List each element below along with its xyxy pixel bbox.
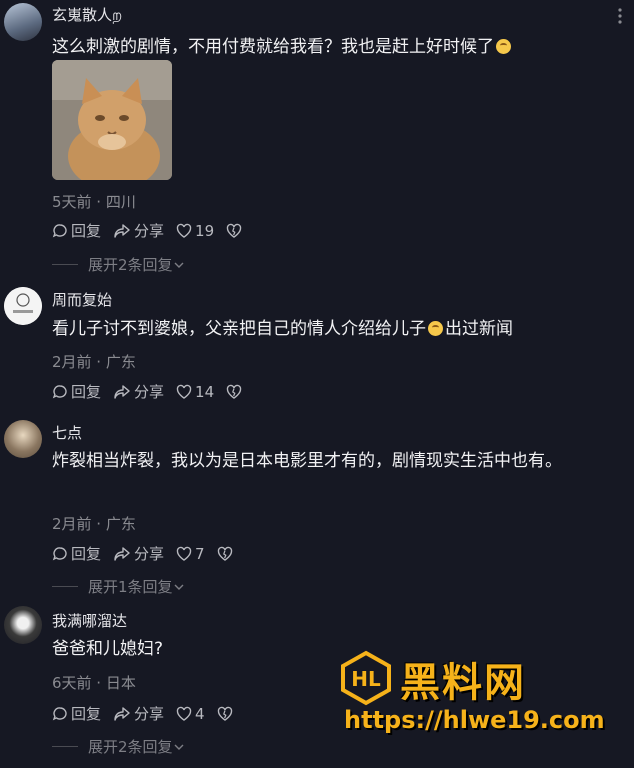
- watermark-name: 黑料网: [400, 660, 526, 706]
- share-button[interactable]: 分享: [113, 220, 164, 241]
- comment-text-body: 这么刺激的剧情，不用付费就给我看？我也是赶上好时候了: [52, 37, 494, 57]
- like-button[interactable]: 4: [176, 705, 205, 723]
- emoji-icon: [496, 39, 511, 54]
- comment-text-body: 看儿子讨不到婆娘，父亲把自己的情人介绍给儿子: [52, 319, 426, 339]
- share-button[interactable]: 分享: [113, 381, 164, 402]
- reply-button[interactable]: 回复: [52, 703, 101, 724]
- watermark: HL 黑料网 https://hlwe19.com: [338, 650, 634, 746]
- reply-button[interactable]: 回复: [52, 220, 101, 241]
- comment-username[interactable]: 我满哪溜达: [52, 610, 127, 631]
- divider: [52, 746, 78, 747]
- comment-time-location: 6天前 · 日本: [52, 674, 136, 692]
- heart-icon: [176, 223, 192, 238]
- comment-item: 周而复始 看儿子讨不到婆娘，父亲把自己的情人介绍给儿子 出过新闻 2月前 · 广东…: [0, 282, 634, 408]
- comment-time-location: 2月前 · 广东: [52, 353, 136, 371]
- broken-heart-icon: [217, 546, 232, 561]
- like-button[interactable]: 14: [176, 383, 214, 401]
- like-count: 4: [195, 704, 205, 723]
- reply-button[interactable]: 回复: [52, 543, 101, 564]
- dislike-button[interactable]: [226, 223, 245, 239]
- like-count: 14: [195, 382, 215, 401]
- avatar[interactable]: [4, 420, 42, 458]
- emoji-icon: [428, 321, 443, 336]
- share-arrow-icon: [114, 546, 130, 561]
- like-button[interactable]: 19: [176, 222, 214, 240]
- more-dots-icon[interactable]: [618, 8, 622, 28]
- like-button[interactable]: 7: [176, 545, 205, 563]
- cartoon-avatar-icon: [4, 287, 42, 325]
- chevron-down-icon: [174, 262, 184, 268]
- comment-bubble-icon: [52, 384, 67, 398]
- comment-username[interactable]: 玄嵬散人ற: [52, 4, 122, 26]
- share-arrow-icon: [114, 384, 130, 399]
- comment-text: 看儿子讨不到婆娘，父亲把自己的情人介绍给儿子 出过新闻: [52, 316, 622, 343]
- divider: [52, 264, 78, 265]
- comment-bubble-icon: [52, 223, 67, 237]
- watermark-url: https://hlwe19.com: [344, 706, 605, 734]
- comment-username[interactable]: 周而复始: [52, 289, 112, 310]
- expand-replies-button[interactable]: 展开1条回复: [52, 576, 185, 597]
- cat-photo-icon: [52, 60, 172, 180]
- avatar[interactable]: [4, 287, 42, 325]
- comment-actions: 回复 分享 14: [52, 381, 257, 402]
- avatar[interactable]: [4, 3, 42, 41]
- comment-item: 七点 炸裂相当炸裂，我以为是日本电影里才有的，剧情现实生活中也有。 2月前 · …: [0, 418, 634, 600]
- chevron-down-icon: [174, 584, 184, 590]
- share-arrow-icon: [114, 706, 130, 721]
- expand-replies-button[interactable]: 展开2条回复: [52, 254, 185, 275]
- dislike-button[interactable]: [217, 546, 236, 562]
- comment-bubble-icon: [52, 706, 67, 720]
- comment-time-location: 2月前 · 广东: [52, 515, 136, 533]
- share-button[interactable]: 分享: [113, 543, 164, 564]
- avatar[interactable]: [4, 606, 42, 644]
- broken-heart-icon: [226, 384, 242, 399]
- comment-bubble-icon: [52, 546, 67, 560]
- comment-time-location: 5天前 · 四川: [52, 193, 136, 211]
- heart-icon: [176, 384, 192, 399]
- like-count: 19: [195, 221, 215, 240]
- broken-heart-icon: [217, 706, 232, 721]
- svg-text:HL: HL: [351, 667, 381, 691]
- like-count: 7: [195, 544, 205, 563]
- comment-text: 这么刺激的剧情，不用付费就给我看？我也是赶上好时候了: [52, 34, 622, 61]
- comment-actions: 回复 分享 19: [52, 220, 257, 241]
- dislike-button[interactable]: [226, 384, 245, 400]
- expand-replies-button[interactable]: 展开2条回复: [52, 736, 185, 757]
- reply-button[interactable]: 回复: [52, 381, 101, 402]
- comment-image[interactable]: [52, 60, 172, 180]
- share-arrow-icon: [114, 223, 130, 238]
- comment-username[interactable]: 七点: [52, 422, 82, 443]
- broken-heart-icon: [226, 223, 242, 238]
- comment-item: 玄嵬散人ற 这么刺激的剧情，不用付费就给我看？我也是赶上好时候了 5天前 · 四…: [0, 0, 634, 280]
- heart-icon: [176, 706, 192, 721]
- chevron-down-icon: [174, 744, 184, 750]
- comment-actions: 回复 分享 7: [52, 543, 248, 564]
- dislike-button[interactable]: [217, 706, 236, 722]
- comment-actions: 回复 分享 4: [52, 703, 248, 724]
- hl-logo-icon: HL: [341, 650, 391, 706]
- heart-icon: [176, 546, 192, 561]
- divider: [52, 586, 78, 587]
- comment-text-body: 出过新闻: [445, 319, 513, 339]
- share-button[interactable]: 分享: [113, 703, 164, 724]
- comment-text: 炸裂相当炸裂，我以为是日本电影里才有的，剧情现实生活中也有。: [52, 451, 562, 471]
